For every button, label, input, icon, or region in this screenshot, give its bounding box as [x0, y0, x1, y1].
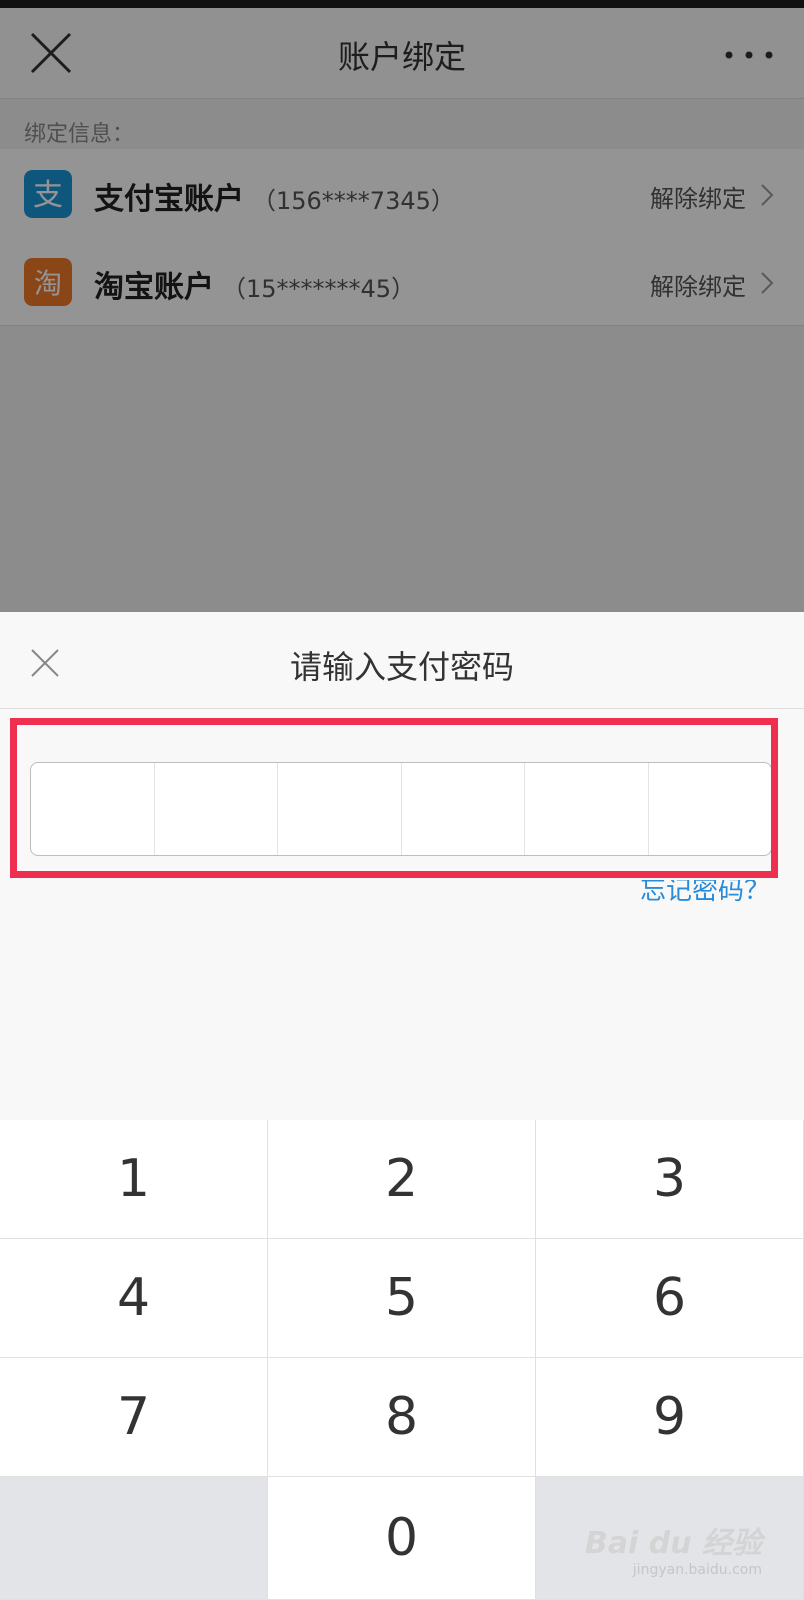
key-3[interactable]: 3: [536, 1120, 804, 1239]
highlight-box: [10, 718, 778, 878]
key-5[interactable]: 5: [268, 1239, 536, 1358]
key-9[interactable]: 9: [536, 1358, 804, 1477]
watermark-url: jingyan.baidu.com: [632, 1562, 762, 1578]
baidu-watermark: Bai du 经验 jingyan.baidu.com: [585, 1518, 762, 1578]
key-blank: [0, 1477, 268, 1600]
key-8[interactable]: 8: [268, 1358, 536, 1477]
key-4[interactable]: 4: [0, 1239, 268, 1358]
key-0[interactable]: 0: [268, 1477, 536, 1600]
key-7[interactable]: 7: [0, 1358, 268, 1477]
key-6[interactable]: 6: [536, 1239, 804, 1358]
watermark-brand: Bai du 经验: [584, 1526, 762, 1561]
status-bar: [0, 0, 804, 8]
forgot-password-link[interactable]: 忘记密码？: [640, 880, 770, 902]
key-2[interactable]: 2: [268, 1120, 536, 1239]
modal-overlay[interactable]: [0, 0, 804, 612]
key-1[interactable]: 1: [0, 1120, 268, 1239]
sheet-title: 请输入支付密码: [289, 648, 514, 686]
sheet-header: 请输入支付密码: [0, 612, 804, 709]
